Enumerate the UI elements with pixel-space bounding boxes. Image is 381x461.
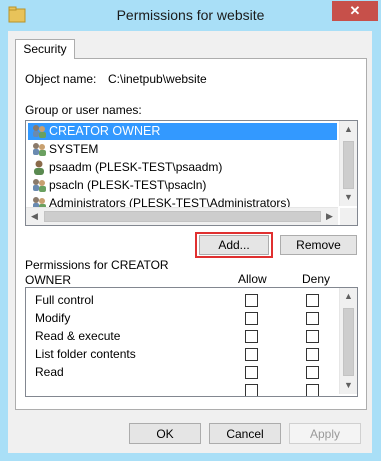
deny-checkbox[interactable] (306, 366, 319, 379)
ok-button[interactable]: OK (129, 423, 201, 444)
deny-checkbox[interactable] (306, 384, 319, 396)
tab-security[interactable]: Security (15, 39, 75, 59)
allow-checkbox[interactable] (245, 330, 258, 343)
group-list-vertical-scrollbar[interactable]: ▲ ▼ (339, 121, 357, 206)
permissions-label: Permissions for CREATOR OWNER (25, 258, 169, 287)
scroll-right-arrow-icon[interactable]: ▶ (321, 208, 338, 225)
object-name-value: C:\inetpub\website (108, 72, 207, 86)
deny-column-header: Deny (302, 272, 331, 286)
permission-row-modify: Modify (26, 309, 336, 327)
allow-column-header: Allow (238, 272, 267, 286)
close-button[interactable]: ✕ (332, 1, 378, 21)
user-icon (34, 160, 44, 175)
scroll-up-arrow-icon[interactable]: ▲ (340, 288, 357, 305)
allow-checkbox[interactable] (245, 366, 258, 379)
list-item-psacln[interactable]: psacln (PLESK-TEST\psacln) (28, 177, 337, 194)
group-icon (33, 179, 46, 192)
group-icon (33, 143, 46, 156)
list-item-creator-owner[interactable]: CREATOR OWNER (28, 123, 337, 140)
permission-row-full-control: Full control (26, 291, 336, 309)
apply-button[interactable]: Apply (289, 423, 361, 444)
group-names-label: Group or user names: (25, 103, 142, 117)
permissions-list: Full control Modify Read & execute List … (25, 287, 358, 397)
list-item-label: psaadm (PLESK-TEST\psaadm) (49, 160, 223, 174)
permissions-dialog: Permissions for website ✕ Security Objec… (0, 0, 381, 461)
list-item-label: psacln (PLESK-TEST\psacln) (49, 178, 207, 192)
allow-checkbox[interactable] (245, 312, 258, 325)
add-button-highlight (195, 232, 273, 258)
permission-row-read: Read (26, 363, 336, 381)
title-bar[interactable]: Permissions for website ✕ (1, 1, 380, 31)
allow-checkbox[interactable] (245, 294, 258, 307)
list-item-label: SYSTEM (49, 142, 99, 156)
scroll-left-arrow-icon[interactable]: ◀ (26, 208, 43, 225)
list-item-system[interactable]: SYSTEM (28, 141, 337, 158)
window-title: Permissions for website (116, 7, 265, 23)
permission-row-read-execute: Read & execute (26, 327, 336, 345)
close-icon: ✕ (349, 3, 361, 18)
scroll-thumb[interactable] (44, 211, 321, 222)
group-user-list[interactable]: CREATOR OWNER SYSTEM psaadm (PLESK-TEST\… (25, 120, 358, 226)
remove-button[interactable]: Remove (280, 235, 357, 255)
permission-name: Full control (35, 293, 94, 307)
object-name-label: Object name: (25, 72, 97, 86)
deny-checkbox[interactable] (306, 312, 319, 325)
scroll-down-arrow-icon[interactable]: ▼ (340, 189, 357, 206)
allow-checkbox[interactable] (245, 384, 258, 396)
scroll-up-arrow-icon[interactable]: ▲ (340, 121, 357, 138)
deny-checkbox[interactable] (306, 294, 319, 307)
deny-checkbox[interactable] (306, 330, 319, 343)
permission-name: List folder contents (35, 347, 136, 361)
permission-row-partial (26, 381, 336, 396)
scroll-thumb[interactable] (343, 141, 354, 189)
permission-name: Read (35, 365, 64, 379)
scroll-down-arrow-icon[interactable]: ▼ (340, 377, 357, 394)
cancel-button[interactable]: Cancel (209, 423, 281, 444)
scroll-thumb[interactable] (343, 308, 354, 376)
permissions-vertical-scrollbar[interactable]: ▲ ▼ (339, 288, 357, 394)
scrollbar-corner (340, 208, 357, 225)
list-item-psaadm[interactable]: psaadm (PLESK-TEST\psaadm) (28, 159, 337, 176)
permission-row-list-folder-contents: List folder contents (26, 345, 336, 363)
group-list-horizontal-scrollbar[interactable]: ◀ ▶ (26, 207, 338, 225)
deny-checkbox[interactable] (306, 348, 319, 361)
list-item-label: CREATOR OWNER (49, 124, 161, 138)
allow-checkbox[interactable] (245, 348, 258, 361)
group-icon (33, 125, 46, 138)
permission-name: Modify (35, 311, 71, 325)
dialog-client-area: Security Object name: C:\inetpub\website… (8, 31, 372, 453)
permission-name: Read & execute (35, 329, 121, 343)
